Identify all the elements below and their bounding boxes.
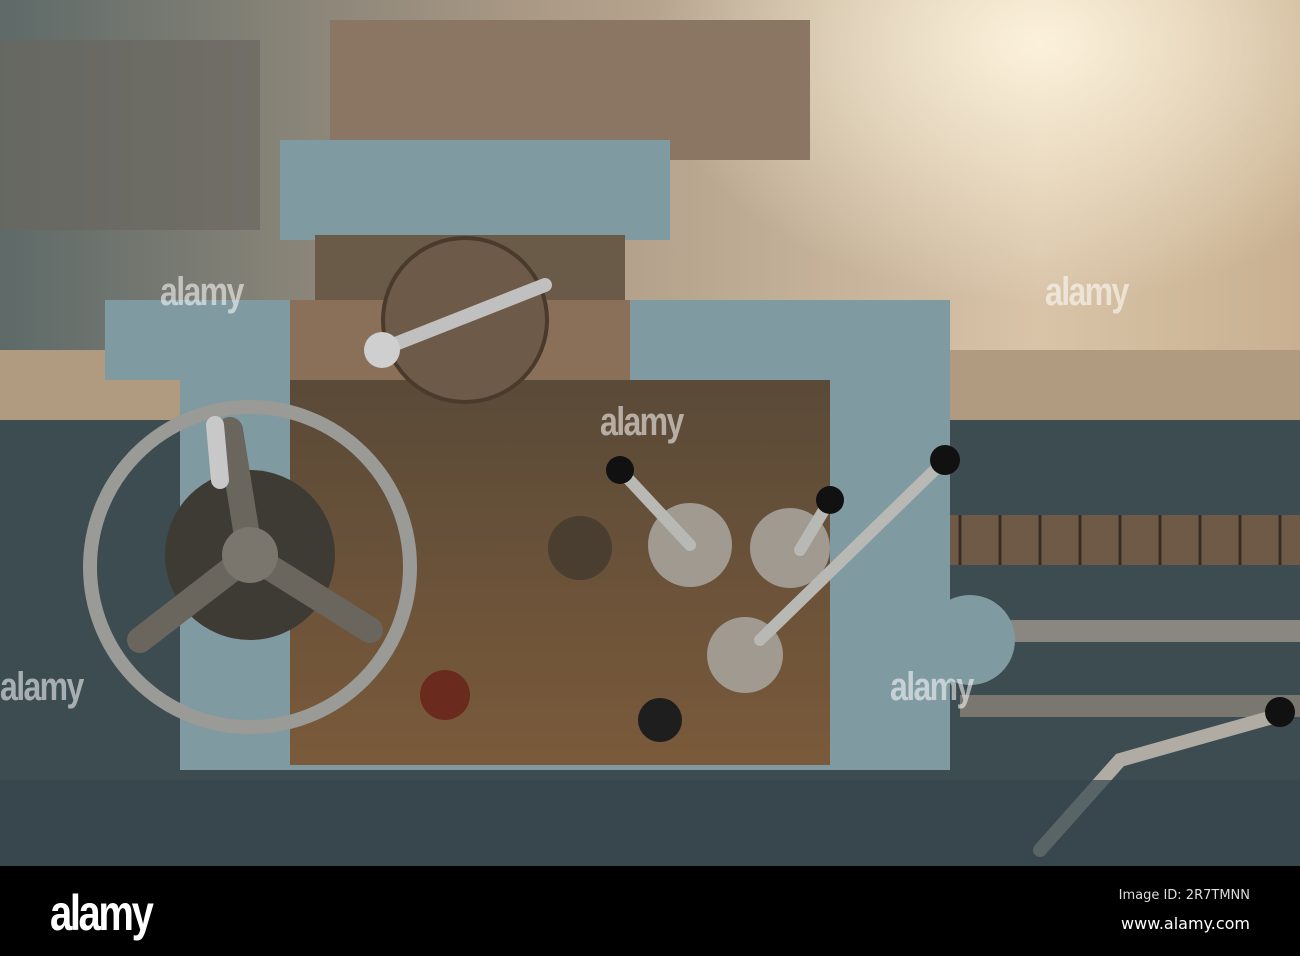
dial [548,516,612,580]
watermark: alamy [890,665,974,709]
footer-bar: alamy Image ID: 2R7TMNN www.alamy.com [0,866,1300,956]
watermark: alamy [160,270,244,314]
watermark: alamy [600,400,684,444]
compound-rest [330,20,810,160]
background-machine [0,40,260,230]
site-url: www.alamy.com [1121,914,1250,933]
indicator-lamp [420,670,470,720]
watermark: alamy [0,665,84,709]
alamy-logo: alamy [50,885,154,941]
image-id-label: Image ID: 2R7TMNN [1118,888,1250,903]
watermark: alamy [1045,270,1129,314]
